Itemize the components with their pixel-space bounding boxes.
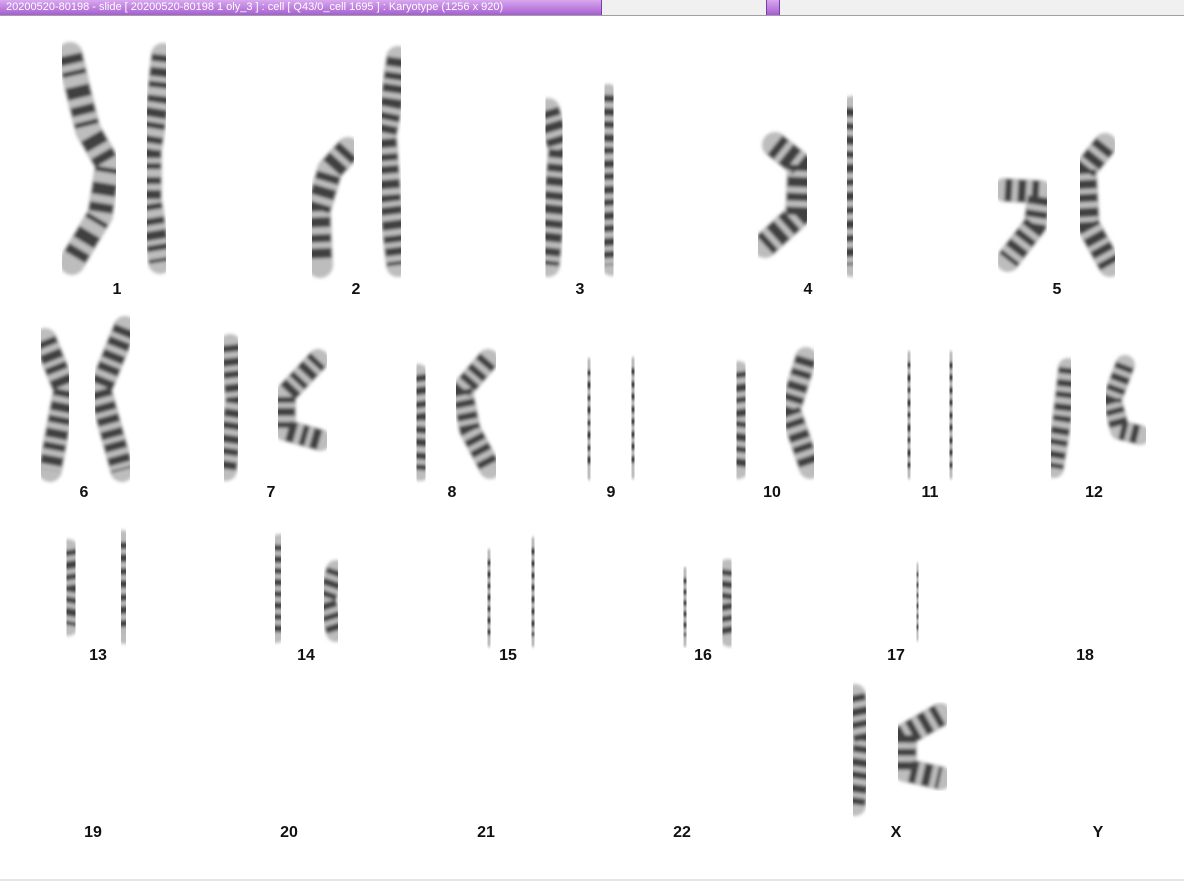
chromosome-15b <box>521 537 545 647</box>
label-chr-10: 10 <box>763 484 781 501</box>
label-chr-19: 19 <box>84 824 102 841</box>
label-chr-22: 22 <box>673 824 691 841</box>
chromosome-2a <box>305 137 361 278</box>
chromosome-6b <box>88 316 137 482</box>
label-chr-21: 21 <box>477 824 495 841</box>
label-chr-17: 17 <box>887 647 905 664</box>
label-chr-5: 5 <box>1052 281 1062 298</box>
window-title-tab[interactable]: 20200520-80198 - slide [ 20200520-80198 … <box>0 0 602 15</box>
label-chr-14: 14 <box>297 647 315 664</box>
label-chr-1: 1 <box>112 281 122 298</box>
chromosome-16b <box>713 559 741 647</box>
chromosome-8a <box>407 364 435 481</box>
chromosome-1a <box>57 42 121 275</box>
label-chr-4: 4 <box>803 281 813 298</box>
chromosome-15a <box>477 549 501 647</box>
chromosome-10a <box>727 361 755 479</box>
label-chr-x: X <box>890 824 902 841</box>
label-chr-15: 15 <box>499 647 517 664</box>
chromosome-7a <box>215 334 247 481</box>
chromosome-14b <box>316 560 346 642</box>
chromosome-2b <box>373 46 410 277</box>
chromosome-8b <box>451 349 501 479</box>
chromosome-16a <box>673 567 697 647</box>
chromosome-xa <box>844 684 875 816</box>
chromosome-12a <box>1044 358 1078 478</box>
chromosome-xb <box>893 703 952 790</box>
chromosome-3a <box>536 98 572 277</box>
chromosome-13b <box>110 530 137 644</box>
label-chr-12: 12 <box>1085 484 1103 501</box>
label-chr-6: 6 <box>79 484 89 501</box>
chromosome-9a <box>576 358 602 480</box>
label-chr-9: 9 <box>606 484 616 501</box>
label-chr-7: 7 <box>266 484 276 501</box>
chromosome-4b <box>836 96 864 277</box>
window-titlebar: 20200520-80198 - slide [ 20200520-80198 … <box>0 0 1184 16</box>
label-chr-20: 20 <box>280 824 298 841</box>
chromosome-13a <box>57 539 85 636</box>
label-chr-16: 16 <box>694 647 712 664</box>
chromosome-11b <box>939 351 963 479</box>
chromosome-14a <box>265 534 291 643</box>
window-tab-stub[interactable] <box>766 0 780 15</box>
label-chr-13: 13 <box>89 647 107 664</box>
chromosome-7b <box>274 349 331 451</box>
chromosome-9b <box>621 357 645 479</box>
chromosome-3b <box>595 84 623 276</box>
chromosome-11a <box>897 351 921 479</box>
label-chr-11: 11 <box>921 484 939 501</box>
chromosome-5a <box>993 178 1053 272</box>
chromosome-17b <box>908 563 927 641</box>
label-chr-3: 3 <box>575 281 585 298</box>
chromosome-10b <box>779 347 821 479</box>
chromosome-6a <box>33 328 77 482</box>
chromosome-5b <box>1073 133 1122 277</box>
label-chr-2: 2 <box>351 281 361 298</box>
chromosome-1b <box>138 43 175 274</box>
karyotype-canvas <box>33 42 1150 826</box>
chromosome-4a <box>752 132 813 258</box>
label-chr-8: 8 <box>447 484 457 501</box>
chromosome-12b <box>1102 355 1150 445</box>
label-chr-18: 18 <box>1076 647 1094 664</box>
label-chr-y: Y <box>1092 824 1104 841</box>
